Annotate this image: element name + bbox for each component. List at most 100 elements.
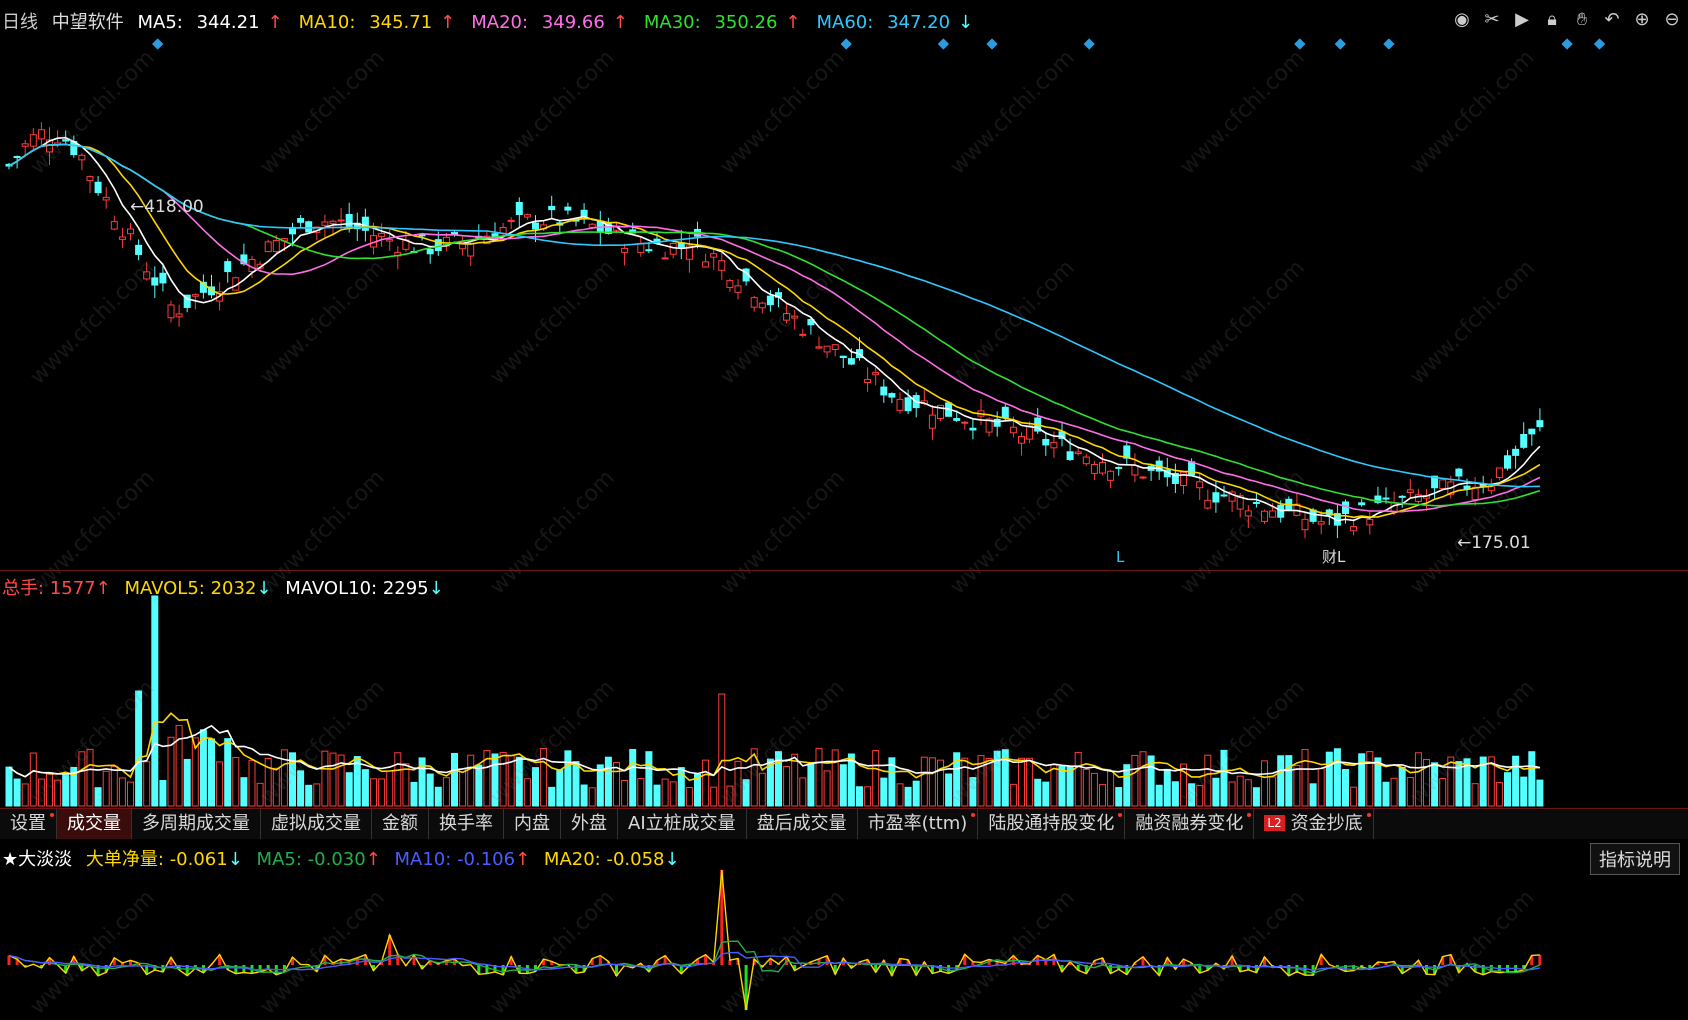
candle	[1495, 467, 1503, 481]
candle	[961, 420, 969, 430]
tab-0[interactable]: 设置	[0, 809, 57, 839]
volume-bar	[1252, 787, 1260, 807]
big-order-net-chart	[7, 869, 1542, 1011]
tab-label: 盘后成交量	[756, 813, 847, 834]
volume-bar	[1269, 776, 1277, 807]
volume-bar	[46, 773, 53, 807]
volume-bar	[54, 779, 62, 807]
volume-bar	[1204, 754, 1212, 807]
volume-bar	[831, 749, 839, 807]
volume-bar	[904, 786, 912, 807]
candle	[1123, 440, 1131, 465]
volume-bar	[305, 784, 313, 807]
candle	[661, 251, 669, 260]
volume-bar	[815, 747, 823, 807]
volume-panel[interactable]: 总手: 1577↑ MAVOL5: 2032↓ MAVOL10: 2295↓	[0, 572, 1688, 808]
volume-bar	[127, 781, 134, 807]
tab-2[interactable]: 多周期成交量	[132, 809, 261, 839]
candle	[102, 187, 110, 209]
volume-bar	[410, 781, 418, 807]
volume-bar	[637, 778, 645, 807]
volume-bar	[86, 748, 94, 807]
volume-bar	[1082, 768, 1090, 807]
volume-bar	[29, 752, 37, 807]
tab-6[interactable]: 内盘	[504, 809, 561, 839]
tab-label: 内盘	[514, 813, 550, 834]
volume-bar	[515, 756, 523, 807]
event-marker	[1334, 38, 1346, 50]
tab-11[interactable]: 陆股通持股变化	[978, 809, 1126, 839]
volume-bar	[1196, 784, 1204, 807]
volume-bar	[183, 758, 191, 807]
volume-bar	[532, 767, 539, 807]
volume-bar	[345, 772, 353, 807]
volume-bar	[1309, 783, 1317, 807]
volume-bar	[1414, 752, 1422, 807]
candle	[110, 215, 118, 231]
tab-label: 成交量	[67, 813, 121, 834]
volume-bar	[1099, 784, 1106, 807]
event-marker	[840, 38, 852, 50]
volume-bar	[856, 786, 863, 807]
volume-bar	[556, 769, 564, 807]
candle	[37, 122, 45, 146]
volume-bar	[1520, 776, 1528, 807]
volume-bar	[94, 787, 102, 807]
volume-bar	[783, 766, 791, 807]
candle	[515, 197, 523, 228]
tab-13[interactable]: L2 资金抄底	[1254, 809, 1374, 839]
event-marker	[937, 38, 950, 50]
candle	[1455, 467, 1463, 481]
candle	[199, 274, 207, 299]
volume-bar	[839, 764, 847, 807]
tab-label: 设置	[10, 813, 46, 834]
volume-bar	[167, 736, 175, 807]
volume-bar	[248, 759, 256, 807]
tab-1[interactable]: 成交量	[57, 809, 132, 839]
tab-7[interactable]: 外盘	[561, 809, 618, 839]
volume-bar	[1406, 776, 1414, 807]
candle	[831, 344, 839, 357]
volume-bar	[985, 757, 993, 807]
tab-label: 虚拟成交量	[271, 813, 361, 834]
candle	[783, 303, 791, 324]
volume-bar	[1512, 755, 1520, 807]
volume-bar	[475, 764, 483, 807]
event-marker	[1083, 38, 1095, 50]
volume-bar	[224, 738, 232, 807]
volume-bar	[718, 693, 726, 807]
l-marker: L	[1116, 548, 1125, 566]
tab-5[interactable]: 换手率	[429, 809, 504, 839]
indicator-panel[interactable]: ★大淡淡 大单净量: -0.061↓ MA5: -0.030↑ MA10: -0…	[0, 839, 1688, 1018]
volume-bar	[1163, 768, 1171, 807]
tab-3[interactable]: 虚拟成交量	[261, 809, 372, 839]
candle	[815, 336, 823, 349]
tab-9[interactable]: 盘后成交量	[747, 809, 858, 839]
candle	[799, 328, 807, 338]
volume-bar	[451, 752, 458, 807]
candle	[1301, 511, 1309, 539]
volume-bar	[880, 777, 888, 807]
tab-12[interactable]: 融资融券变化	[1125, 809, 1255, 839]
volume-bar	[669, 781, 677, 807]
candle	[459, 236, 467, 256]
volume-bar	[256, 782, 264, 807]
volume-bar	[1382, 781, 1390, 807]
volume-bar	[1155, 784, 1163, 807]
tab-dot	[971, 813, 976, 817]
tab-8[interactable]: AI立桩成交量	[618, 809, 747, 839]
price-chart-panel[interactable]: 日线 中望软件 MA5: 344.21 ↑ MA10: 345.71 ↑ MA20: 3…	[0, 0, 1688, 570]
volume-bar	[1471, 783, 1479, 807]
candle	[702, 253, 710, 268]
candle	[580, 203, 588, 224]
tab-4[interactable]: 金额	[372, 809, 429, 839]
event-marker	[1294, 38, 1306, 50]
tab-10[interactable]: 市盈率(ttm)	[858, 809, 979, 839]
volume-bar	[78, 751, 86, 807]
volume-bar	[151, 595, 159, 807]
volume-bar	[572, 761, 580, 807]
tab-label: 多周期成交量	[142, 813, 250, 834]
candle	[264, 239, 272, 253]
volume-bar	[1504, 772, 1511, 807]
volume-bar	[370, 778, 377, 807]
